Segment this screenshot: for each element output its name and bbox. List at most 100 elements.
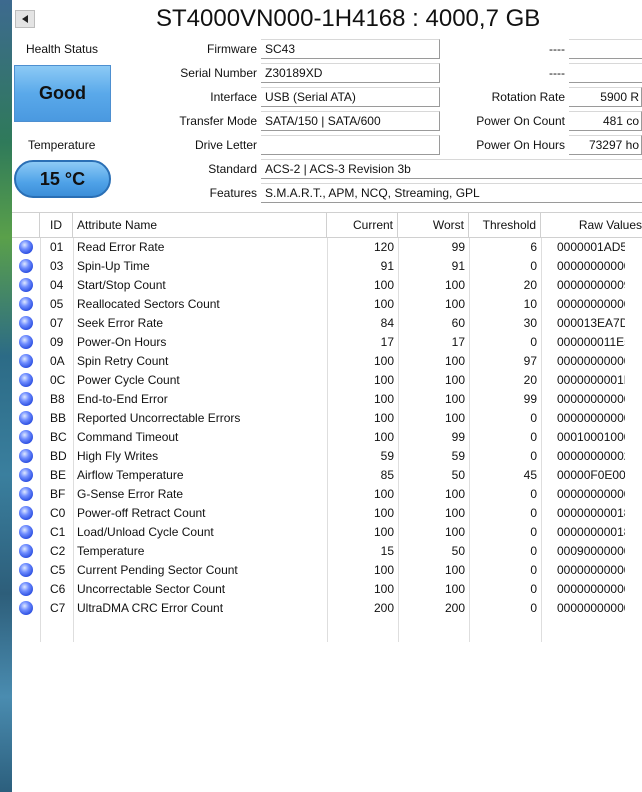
status-good-icon bbox=[19, 259, 33, 273]
table-row[interactable]: 07 Seek Error Rate 84 60 30 000013EA7DBA bbox=[12, 314, 642, 333]
table-row[interactable]: C5 Current Pending Sector Count 100 100 0 000… bbox=[12, 561, 642, 580]
attribute-worst: 91 bbox=[451, 259, 465, 273]
attribute-worst: 100 bbox=[444, 392, 465, 406]
attribute-raw-value: 000100010001 bbox=[557, 430, 625, 444]
attribute-worst: 100 bbox=[444, 525, 465, 539]
attribute-worst: 200 bbox=[444, 601, 465, 615]
features-value: S.M.A.R.T., APM, NCQ, Streaming, GPL bbox=[261, 183, 642, 203]
table-row[interactable]: 05 Reallocated Sectors Count 100 100 10 00000… bbox=[12, 295, 642, 314]
attribute-name: Seek Error Rate bbox=[77, 316, 164, 330]
attribute-raw-value: 0000000001E1 bbox=[557, 373, 625, 387]
status-good-icon bbox=[19, 563, 33, 577]
status-good-icon bbox=[19, 392, 33, 406]
drive-letter-label: Drive Letter bbox=[194, 138, 257, 152]
attribute-threshold: 0 bbox=[530, 601, 537, 615]
attribute-worst: 100 bbox=[444, 487, 465, 501]
table-row[interactable]: 0C Power Cycle Count 100 100 20 0000000001E1 bbox=[12, 371, 642, 390]
attribute-worst: 50 bbox=[451, 544, 465, 558]
attribute-id: 03 bbox=[50, 259, 64, 273]
table-row[interactable]: 09 Power-On Hours 17 17 0 000000011E51 bbox=[12, 333, 642, 352]
table-row[interactable]: BC Command Timeout 100 99 0 000100010001 bbox=[12, 428, 642, 447]
reserved-value-2 bbox=[569, 63, 642, 83]
attribute-id: 0C bbox=[50, 373, 66, 387]
table-row[interactable]: C1 Load/Unload Cycle Count 100 100 0 00000000… bbox=[12, 523, 642, 542]
attribute-name: Start/Stop Count bbox=[77, 278, 166, 292]
health-status-indicator[interactable]: Good bbox=[14, 65, 111, 122]
status-good-icon bbox=[19, 354, 33, 368]
table-row[interactable]: B8 End-to-End Error 100 100 99 000000000000 bbox=[12, 390, 642, 409]
attribute-name: UltraDMA CRC Error Count bbox=[77, 601, 224, 615]
column-header-worst[interactable]: Worst bbox=[398, 213, 469, 237]
attribute-current: 100 bbox=[373, 487, 394, 501]
power-on-hours-value: 73297 ho bbox=[569, 135, 642, 155]
desktop-background-strip bbox=[0, 0, 12, 792]
attribute-raw-value: 000000000000 bbox=[557, 601, 625, 615]
attribute-threshold: 0 bbox=[530, 544, 537, 558]
temperature-indicator[interactable]: 15 °C bbox=[14, 160, 111, 198]
table-row[interactable]: C7 UltraDMA CRC Error Count 200 200 0 0000000… bbox=[12, 599, 642, 618]
column-header-id[interactable]: ID bbox=[40, 213, 73, 237]
attribute-raw-value: 000000000000 bbox=[557, 354, 625, 368]
column-header-threshold[interactable]: Threshold bbox=[469, 213, 541, 237]
attribute-raw-value: 00090000000F bbox=[557, 544, 625, 558]
attribute-id: 0A bbox=[50, 354, 65, 368]
attribute-raw-value: 000000000000 bbox=[557, 487, 625, 501]
attribute-current: 100 bbox=[373, 506, 394, 520]
attribute-name: Power-On Hours bbox=[77, 335, 167, 349]
column-header-raw-values[interactable]: Raw Values bbox=[541, 213, 642, 237]
table-row[interactable]: BE Airflow Temperature 85 50 45 00000F0E000F bbox=[12, 466, 642, 485]
table-row[interactable]: C6 Uncorrectable Sector Count 100 100 0 00000… bbox=[12, 580, 642, 599]
table-row[interactable]: 04 Start/Stop Count 100 100 20 000000000096 bbox=[12, 276, 642, 295]
temperature-label: Temperature bbox=[28, 138, 96, 152]
table-row[interactable]: BD High Fly Writes 59 59 0 000000000029 bbox=[12, 447, 642, 466]
table-row[interactable]: 0A Spin Retry Count 100 100 97 000000000000 bbox=[12, 352, 642, 371]
attribute-current: 100 bbox=[373, 278, 394, 292]
attribute-worst: 99 bbox=[451, 240, 465, 254]
table-row[interactable]: BB Reported Uncorrectable Errors 100 100 0 00… bbox=[12, 409, 642, 428]
rotation-rate-label: Rotation Rate bbox=[491, 90, 565, 104]
rotation-rate-value: 5900 R bbox=[569, 87, 642, 107]
standard-label: Standard bbox=[208, 162, 257, 176]
attribute-name: Reallocated Sectors Count bbox=[77, 297, 220, 311]
features-label: Features bbox=[209, 186, 257, 200]
attribute-id: C5 bbox=[50, 563, 66, 577]
attribute-current: 84 bbox=[380, 316, 394, 330]
attribute-raw-value: 000000000000 bbox=[557, 297, 625, 311]
table-row[interactable]: C2 Temperature 15 50 0 00090000000F bbox=[12, 542, 642, 561]
attribute-threshold: 99 bbox=[523, 392, 537, 406]
table-row[interactable]: 03Spin-Up Time91910000000000000 bbox=[12, 257, 642, 276]
attribute-worst: 100 bbox=[444, 563, 465, 577]
serial-number-label: Serial Number bbox=[180, 66, 257, 80]
attribute-current: 59 bbox=[380, 449, 394, 463]
status-good-icon bbox=[19, 335, 33, 349]
column-header-current[interactable]: Current bbox=[327, 213, 398, 237]
attribute-current: 100 bbox=[373, 373, 394, 387]
power-on-hours-label: Power On Hours bbox=[476, 138, 565, 152]
attribute-threshold: 0 bbox=[530, 411, 537, 425]
reserved-label-2: ---- bbox=[549, 66, 565, 80]
attribute-name: Spin Retry Count bbox=[77, 354, 169, 368]
table-row[interactable]: 01 Read Error Rate 120 99 6 0000001AD5E0 bbox=[12, 238, 642, 257]
attribute-worst: 50 bbox=[451, 468, 465, 482]
attribute-threshold: 0 bbox=[530, 563, 537, 577]
attribute-current: 100 bbox=[373, 525, 394, 539]
attribute-threshold: 0 bbox=[530, 506, 537, 520]
status-good-icon bbox=[19, 525, 33, 539]
table-row[interactable]: C0 Power-off Retract Count 100 100 0 00000000… bbox=[12, 504, 642, 523]
attribute-raw-value: 000000000000 bbox=[557, 563, 625, 577]
attribute-name: Command Timeout bbox=[77, 430, 179, 444]
serial-number-value: Z30189XD bbox=[261, 63, 440, 83]
status-good-icon bbox=[19, 240, 33, 254]
status-good-icon bbox=[19, 316, 33, 330]
table-row[interactable]: BFG-Sense Error Rate1001000000000000000 bbox=[12, 485, 642, 504]
status-good-icon bbox=[19, 278, 33, 292]
attribute-raw-value: 000000000000 bbox=[557, 259, 625, 273]
previous-disk-button[interactable] bbox=[15, 10, 35, 28]
attribute-current: 100 bbox=[373, 582, 394, 596]
column-header-attribute-name[interactable]: Attribute Name bbox=[73, 213, 327, 237]
drive-letter-value bbox=[261, 135, 440, 155]
attribute-threshold: 0 bbox=[530, 449, 537, 463]
column-header-status[interactable] bbox=[12, 213, 40, 237]
attribute-worst: 99 bbox=[451, 430, 465, 444]
attribute-id: B8 bbox=[50, 392, 65, 406]
